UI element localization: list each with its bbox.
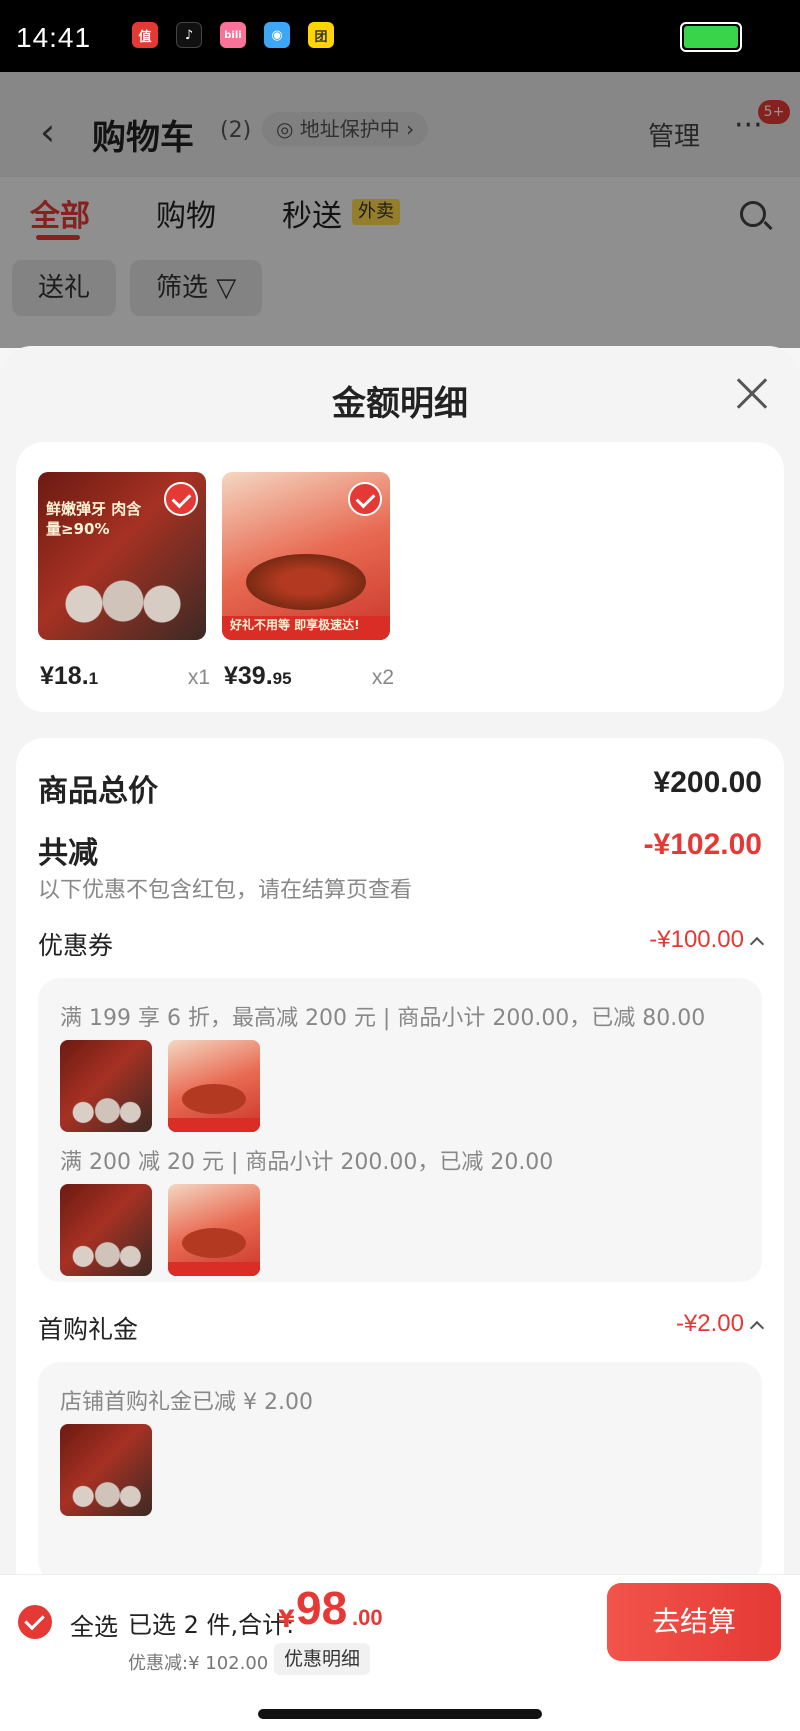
first-purchase-gift-label: 首购礼金 xyxy=(38,1315,139,1344)
bilibili-app-icon: bili xyxy=(220,22,246,48)
goods-total-label: 商品总价 xyxy=(38,774,158,809)
first-purchase-gift-value: -¥2.00 xyxy=(675,1310,744,1337)
coupon-row[interactable]: 优惠券 -¥100.00 xyxy=(38,926,765,962)
select-all-label[interactable]: 全选 xyxy=(70,1607,118,1642)
status-app-icons: 值 ♪ bili ◉ 团 xyxy=(132,22,334,48)
discount-summary: 优惠减:¥ 102.00 xyxy=(128,1653,269,1674)
coupon-value: -¥100.00 xyxy=(649,926,744,953)
coupon-rule: 满 200 减 20 元 | 商品小计 200.00，已减 20.00 xyxy=(60,1150,554,1175)
coupon-rule: 满 199 享 6 折，最高减 200 元 | 商品小计 200.00，已减 8… xyxy=(60,1006,706,1031)
amount-detail-sheet: 金额明细 鲜嫩弹牙 肉含量≥90% ¥18.1 x1 好礼不用等 即享极速达! … xyxy=(0,346,800,1586)
tuanlian-app-icon: 团 xyxy=(308,22,334,48)
modal-overlay[interactable] xyxy=(0,72,800,348)
coupon-detail-box: 满 199 享 6 折，最高减 200 元 | 商品小计 200.00，已减 8… xyxy=(38,978,762,1282)
qq-app-icon: ◉ xyxy=(264,22,290,48)
product-thumbnail xyxy=(168,1040,260,1132)
product-image-caption: 鲜嫩弹牙 肉含量≥90% xyxy=(46,500,142,538)
checkout-bar: 全选 已选 2 件,合计: ¥ 98 .00 优惠减:¥ 102.00 优惠明细… xyxy=(0,1574,800,1731)
price-detail-card: 商品总价 ¥200.00 共减 -¥102.00 以下优惠不包含红包，请在结算页… xyxy=(16,738,784,1586)
product-price: ¥18.1 xyxy=(40,662,99,690)
discount-note: 以下优惠不包含红包，请在结算页查看 xyxy=(38,878,413,903)
product-thumbnail xyxy=(60,1184,152,1276)
product-thumbnail xyxy=(60,1040,152,1132)
total-amount-decimal: .00 xyxy=(352,1605,383,1630)
gift-rule: 店铺首购礼金已减 ¥ 2.00 xyxy=(60,1390,313,1415)
battery-icon xyxy=(680,22,742,52)
total-discount-label: 共减 xyxy=(38,836,98,871)
home-indicator[interactable] xyxy=(258,1709,542,1719)
product-image: 鲜嫩弹牙 肉含量≥90% xyxy=(38,472,206,640)
checked-icon xyxy=(164,482,198,516)
product-qty: x1 xyxy=(187,666,210,689)
close-icon[interactable] xyxy=(730,372,774,416)
status-time: 14:41 xyxy=(16,22,92,53)
coupon-label: 优惠券 xyxy=(38,931,114,960)
selected-summary: 已选 2 件,合计: xyxy=(128,1611,295,1639)
zhi-app-icon: 值 xyxy=(132,22,158,48)
product-item[interactable]: 好礼不用等 即享极速达! ¥39.95 x2 xyxy=(222,472,394,690)
gift-detail-box: 店铺首购礼金已减 ¥ 2.00 xyxy=(38,1362,762,1582)
total-currency: ¥ xyxy=(278,1605,295,1633)
product-price: ¥39.95 xyxy=(224,662,292,690)
select-all-checkbox[interactable] xyxy=(18,1605,52,1639)
total-discount-value: -¥102.00 xyxy=(643,828,762,861)
goods-total-value: ¥200.00 xyxy=(653,766,762,799)
selected-products-card: 鲜嫩弹牙 肉含量≥90% ¥18.1 x1 好礼不用等 即享极速达! ¥39.9… xyxy=(16,442,784,712)
sheet-title: 金额明细 xyxy=(332,384,468,424)
discount-detail-button[interactable]: 优惠明细 xyxy=(274,1643,371,1675)
product-thumbnail xyxy=(60,1424,152,1516)
chevron-up-icon[interactable] xyxy=(749,936,765,952)
product-image-caption: 好礼不用等 即享极速达! xyxy=(230,618,360,632)
status-bar: 14:41 值 ♪ bili ◉ 团 xyxy=(0,0,800,72)
checkout-button[interactable]: 去结算 xyxy=(607,1583,781,1661)
product-qty: x2 xyxy=(371,666,394,689)
total-discount-row: 共减 -¥102.00 xyxy=(38,828,762,871)
total-amount: 98 xyxy=(296,1582,348,1634)
goods-total-row: 商品总价 ¥200.00 xyxy=(38,766,762,809)
product-item[interactable]: 鲜嫩弹牙 肉含量≥90% ¥18.1 x1 xyxy=(38,472,210,690)
product-thumbnail xyxy=(168,1184,260,1276)
checked-icon xyxy=(348,482,382,516)
tiktok-app-icon: ♪ xyxy=(176,22,202,48)
chevron-up-icon[interactable] xyxy=(749,1320,765,1336)
first-purchase-gift-row[interactable]: 首购礼金 -¥2.00 xyxy=(38,1310,765,1346)
product-image: 好礼不用等 即享极速达! xyxy=(222,472,390,640)
